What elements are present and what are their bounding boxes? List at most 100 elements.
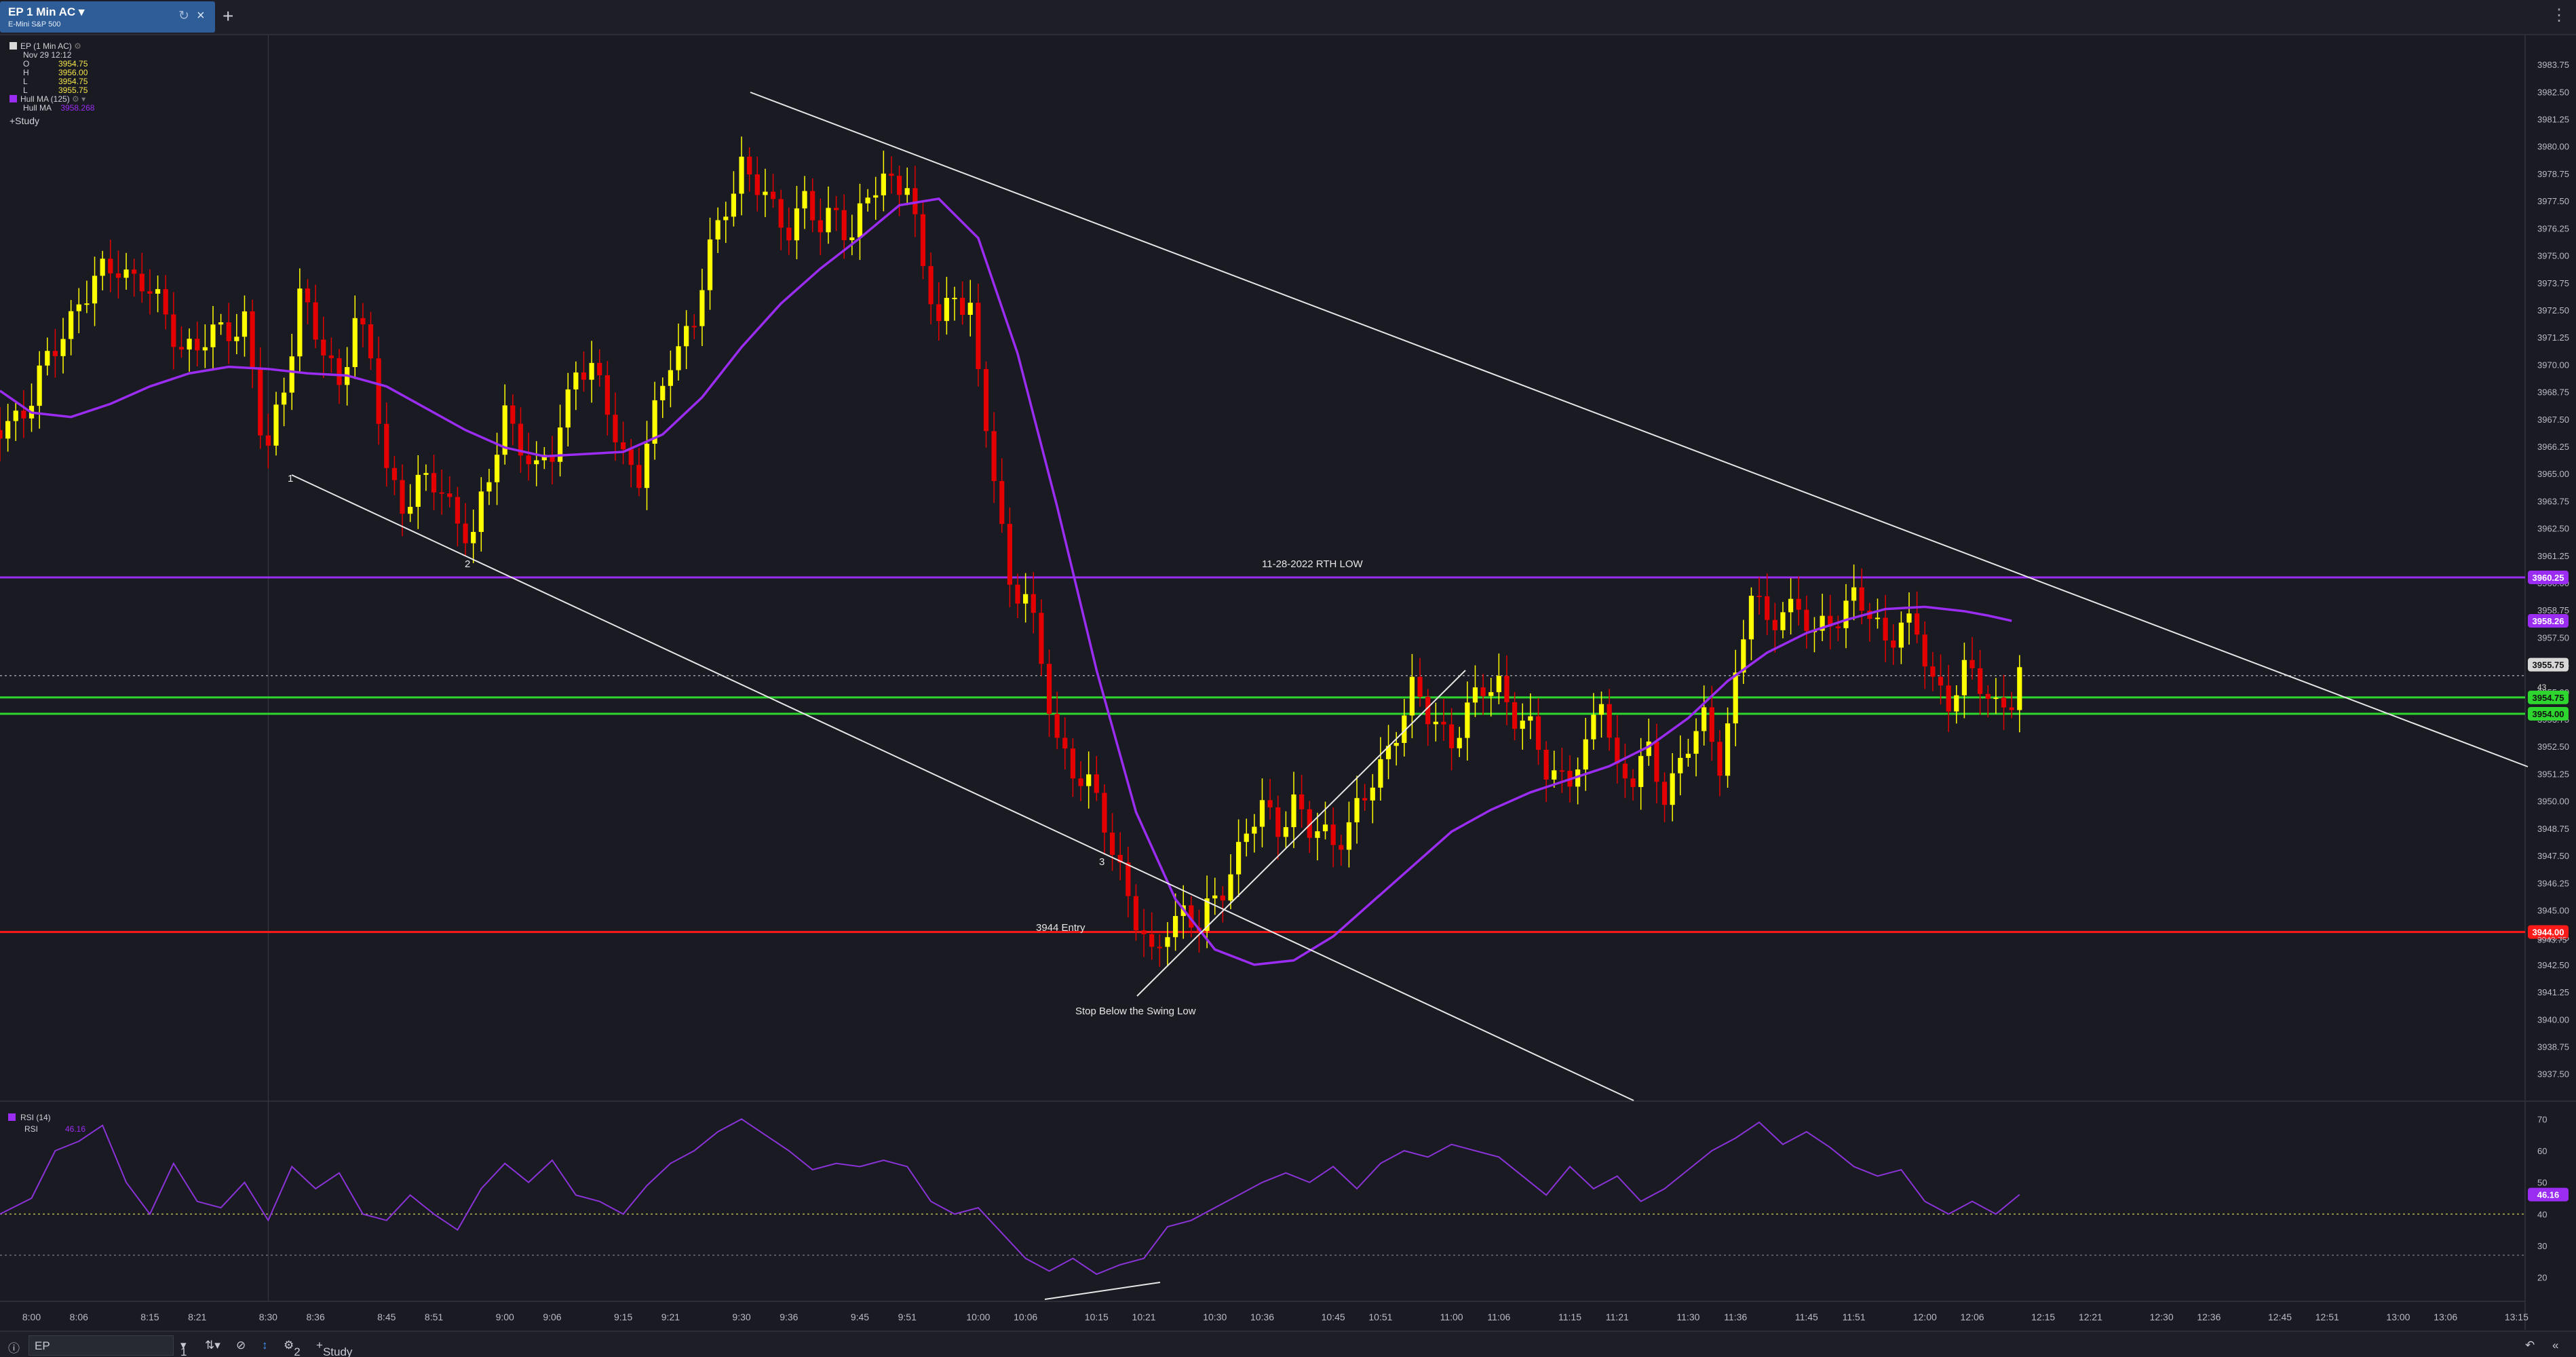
candle-body (1583, 739, 1588, 770)
y-tick-label: 3951.25 (2537, 769, 2569, 779)
candle-body (1528, 716, 1533, 721)
legend-ohlc-value: 3955.75 (58, 85, 88, 95)
candle-body (904, 188, 910, 195)
add-tab-icon[interactable]: + (223, 5, 233, 27)
candle-body (384, 423, 389, 468)
rsi-tick-label: 30 (2537, 1241, 2547, 1251)
candle-body (1504, 676, 1510, 702)
close-icon[interactable]: × (197, 8, 205, 24)
candle-body (1228, 874, 1233, 901)
candle-body (202, 347, 208, 351)
chart-canvas[interactable]: 3983.75 3982.50 3981.25 3980.00 3978.75 3977.… (0, 0, 2576, 1357)
tab-title[interactable]: EP 1 Min AC ▾ (8, 5, 84, 19)
candle-body (178, 347, 185, 350)
symbol-input[interactable]: EP (28, 1335, 174, 1356)
candle-body (802, 191, 807, 209)
candle-body (187, 339, 192, 350)
candle-body (391, 467, 398, 480)
x-tick-label: 8:00 (22, 1312, 41, 1322)
chart-tab[interactable]: EP 1 Min AC ▾ E-Mini S&P 500 ↻ × (0, 1, 215, 33)
candle-body (833, 208, 839, 210)
cursor-icon[interactable]: ↕ (262, 1339, 268, 1352)
candle-body (1046, 664, 1052, 714)
candle-body (1291, 794, 1296, 828)
info-icon[interactable]: ⓘ (8, 1339, 20, 1356)
candle-body (163, 289, 168, 315)
x-tick-label: 12:21 (2079, 1312, 2102, 1322)
candle-body (1425, 696, 1431, 725)
x-tick-label: 11:06 (1487, 1312, 1510, 1322)
hide-icon[interactable]: ⊘ (236, 1339, 246, 1352)
candle-body (1875, 617, 1881, 619)
alerts-button[interactable]: ⚙ 2 (284, 1339, 301, 1357)
interval-select[interactable]: 1 ▾ (180, 1339, 187, 1357)
x-tick-label: 8:51 (425, 1312, 443, 1322)
rsi-divergence-line (1044, 1282, 1161, 1300)
candle-body (155, 289, 161, 294)
chart-type-icon[interactable]: ⇅▾ (205, 1339, 220, 1352)
candle-body (967, 303, 973, 316)
x-tick-label: 10:36 (1250, 1312, 1274, 1322)
candle-body (1709, 707, 1714, 742)
candle-body (881, 173, 886, 195)
candle-body (1165, 937, 1170, 947)
chevron-down-icon[interactable]: ▾ (81, 94, 85, 104)
visibility-checkbox-icon[interactable] (9, 42, 17, 50)
x-tick-label: 11:00 (1440, 1312, 1463, 1322)
candle-body (108, 259, 113, 273)
rsi-tick-label: 70 (2537, 1114, 2547, 1124)
y-tick-label: 3940.00 (2537, 1014, 2569, 1025)
y-tick-label: 3972.50 (2537, 305, 2569, 316)
study-button[interactable]: + Study (316, 1339, 352, 1357)
x-tick-label: 10:21 (1132, 1312, 1156, 1322)
candle-body (45, 351, 50, 366)
undo-icon[interactable]: ↶ (2525, 1339, 2535, 1352)
candle-body (1141, 930, 1147, 934)
candle-body (976, 303, 981, 369)
x-tick-label: 12:30 (2150, 1312, 2174, 1322)
add-study-button[interactable]: +Study (9, 116, 94, 128)
x-tick-label: 10:45 (1322, 1312, 1345, 1322)
candle-body (668, 370, 673, 386)
refresh-icon[interactable]: ↻ (178, 8, 189, 24)
candle-body (1417, 676, 1423, 697)
y-tick-label: 3971.25 (2537, 332, 2569, 343)
candle-body (747, 156, 752, 175)
candle-body (328, 355, 334, 358)
candle-body (565, 389, 571, 428)
candle-body (431, 473, 437, 493)
candle-body (1267, 800, 1273, 807)
candle-body (1938, 676, 1944, 686)
y-tick-label: 3948.75 (2537, 824, 2569, 834)
interval-value: 1 (180, 1345, 187, 1357)
hull-color-swatch[interactable] (9, 95, 17, 102)
gear-icon[interactable]: ⚙ (72, 94, 79, 104)
candle-body (1685, 753, 1691, 759)
candle-body (1283, 827, 1288, 837)
downtrend-resistance-line (750, 92, 2529, 767)
x-tick-label: 8:21 (188, 1312, 206, 1322)
candle-body (754, 174, 760, 195)
x-tick-label: 12:06 (1961, 1312, 1984, 1322)
candle-body (1678, 758, 1683, 773)
lower-channel-line (291, 474, 1634, 1101)
y-tick-label: 3980.00 (2537, 142, 2569, 152)
candle-body (1031, 594, 1036, 613)
x-tick-label: 8:06 (70, 1312, 88, 1322)
legend-ohlc-value: 3956.00 (58, 68, 88, 77)
x-tick-label: 11:51 (1843, 1312, 1866, 1322)
candle-body (1780, 612, 1786, 630)
x-tick-label: 12:36 (2197, 1312, 2221, 1322)
candle-body (676, 346, 681, 370)
candle-body (139, 273, 145, 292)
candle-body (321, 339, 326, 356)
more-options-icon[interactable]: ⋮ (2551, 5, 2567, 25)
y-tick-label: 3970.00 (2537, 360, 2569, 370)
legend-ohlc-value: 3954.75 (58, 59, 88, 69)
gear-icon[interactable]: ⚙ (74, 41, 81, 51)
rth-price-badge: 3960.25 (2533, 573, 2564, 583)
collapse-icon[interactable]: « (2552, 1339, 2558, 1352)
x-tick-label: 9:21 (661, 1312, 680, 1322)
candle-body (534, 460, 539, 465)
candle-body (526, 455, 531, 465)
